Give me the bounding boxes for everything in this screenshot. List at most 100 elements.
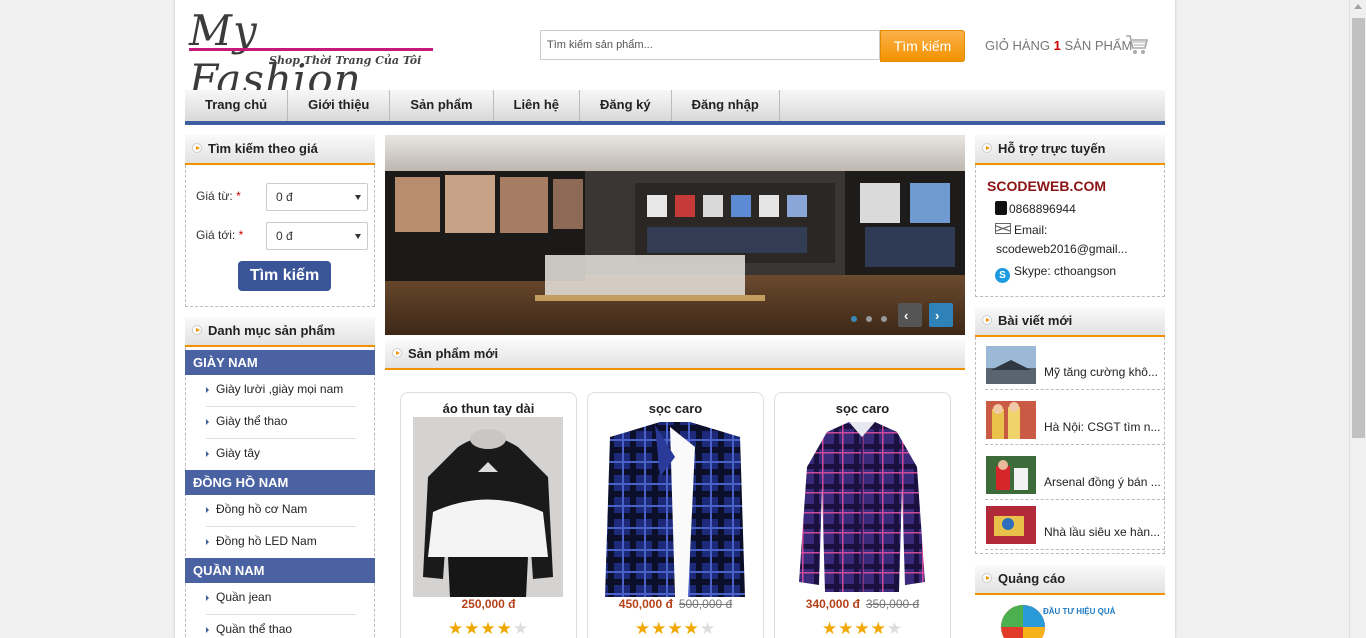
bullet-icon [192,143,202,153]
chevron-right-icon: › [935,308,940,323]
slider-dot[interactable] [881,316,887,322]
phone-icon [995,201,1007,215]
logo-underline [189,48,433,51]
price-from-label: Giá từ: * [196,189,241,203]
product-image[interactable] [787,417,937,597]
chevron-left-icon: ‹ [904,308,909,323]
category-item[interactable]: Giày thể thao [206,407,356,439]
nav-login[interactable]: Đăng nhập [672,90,780,121]
product-price-row: 340,000 đ 350,000 đ [775,597,950,611]
news-item[interactable]: Nhà lầu siêu xe hàn... [985,500,1165,550]
cart-summary[interactable]: GIỎ HÀNG 1 SẢN PHẨM [985,38,1132,53]
scroll-up-icon[interactable] [1354,4,1362,9]
price-to-label: Giá tới: * [196,228,243,242]
news-item[interactable]: Mỹ tăng cường khô... [985,340,1165,390]
category-group-pants[interactable]: QUẦN NAM [185,558,375,583]
news-title: Bài viết mới [998,313,1073,328]
price-search-title: Tìm kiếm theo giá [208,141,318,156]
news-item[interactable]: Arsenal đồng ý bán ... [985,450,1165,500]
site-logo[interactable]: My Fashion Shop Thời Trang Của Tôi [187,6,437,104]
ad-graphic [1001,605,1045,638]
product-image[interactable] [600,417,750,597]
star-icon: ★ [821,619,839,638]
ads-header: Quảng cáo [975,565,1165,595]
support-email-row: Email: [995,223,1047,237]
price-to-select[interactable]: 0 đ [266,222,368,250]
support-skype[interactable]: Skype: cthoangson [1014,264,1116,278]
news-item[interactable]: Hà Nội: CSGT tìm n... [985,395,1165,445]
support-header: Hỗ trợ trực tuyến [975,135,1165,165]
required-mark: * [236,189,241,203]
support-skype-row: S Skype: cthoangson [995,264,1116,283]
ad-text: ĐẦU TƯ HIỆU QUẢ [1043,607,1116,616]
category-item[interactable]: Đồng hồ LED Nam [206,527,356,559]
product-image[interactable] [413,417,563,597]
product-price: 450,000 đ [618,597,673,611]
banner-slider[interactable]: ‹ › [385,135,965,335]
support-site: SCODEWEB.COM [987,178,1106,194]
logo-tagline: Shop Thời Trang Của Tôi [269,54,422,67]
product-name[interactable]: sọc caro [588,401,763,416]
category-item[interactable]: Giày tây [206,439,356,471]
nav-home[interactable]: Trang chủ [185,90,289,121]
support-phone[interactable]: 0868896944 [1009,202,1076,216]
support-email[interactable]: scodeweb2016@gmail... [996,242,1128,256]
scrollbar-thumb[interactable] [1352,18,1365,438]
star-icon: ★ [667,619,684,638]
category-item[interactable]: Giày lười ,giày mọi nam [206,375,356,407]
price-from-text: Giá từ: [196,189,233,203]
support-title: Hỗ trợ trực tuyến [998,141,1106,156]
category-item[interactable]: Đồng hồ cơ Nam [206,495,356,527]
product-card[interactable]: sọc caro 340,000 đ 350,000 đ ★★★★★ [774,392,951,638]
cart-icon[interactable] [1125,34,1149,56]
slider-dot[interactable] [851,316,857,322]
product-old-price: 350,000 đ [865,597,920,611]
news-link[interactable]: Hà Nội: CSGT tìm n... [1044,420,1162,434]
search-input[interactable] [540,30,880,60]
slider-prev-button[interactable]: ‹ [898,303,922,327]
skype-icon: S [995,268,1010,283]
cart-prefix: GIỎ HÀNG [985,38,1054,53]
nav-contact[interactable]: Liên hệ [494,90,581,121]
product-price-row: 450,000 đ 500,000 đ [588,597,763,611]
news-link[interactable]: Arsenal đồng ý bán ... [1044,475,1162,489]
news-link[interactable]: Mỹ tăng cường khô... [1044,365,1162,379]
price-search-button[interactable]: Tìm kiếm [238,261,331,291]
news-thumbnail[interactable] [986,401,1036,439]
news-thumbnail[interactable] [986,346,1036,384]
category-item[interactable]: Quần thể thao [206,615,356,638]
price-from-select[interactable]: 0 đ [266,183,368,211]
news-thumbnail[interactable] [986,506,1036,544]
search-button[interactable]: Tìm kiếm [880,30,965,62]
nav-about[interactable]: Giới thiệu [288,90,391,121]
product-card[interactable]: áo thun tay dài 250,000 đ ★★★★★ [400,392,577,638]
star-empty-icon: ★ [512,619,530,638]
slider-next-button[interactable]: › [929,303,953,327]
nav-register[interactable]: Đăng ký [580,90,672,121]
slider-dot[interactable] [866,316,872,322]
product-rating: ★★★★★ [588,619,763,638]
support-phone-row: 0868896944 [995,201,1076,216]
required-mark: * [238,228,244,242]
product-rating: ★★★★★ [775,619,950,638]
star-empty-icon: ★ [886,619,904,638]
category-item[interactable]: Quần jean [206,583,356,615]
category-group-watches[interactable]: ĐỒNG HỒ NAM [185,470,375,495]
product-name[interactable]: sọc caro [775,401,950,416]
ad-banner[interactable]: ĐẦU TƯ HIỆU QUẢ [975,597,1165,638]
news-link[interactable]: Nhà lầu siêu xe hàn... [1044,525,1162,539]
product-name[interactable]: áo thun tay dài [401,401,576,416]
price-to-text: Giá tới: [196,228,236,242]
slider-dots [851,311,896,325]
news-thumbnail[interactable] [986,456,1036,494]
product-price: 250,000 đ [461,597,516,611]
scrollbar[interactable] [1349,0,1366,638]
star-icon: ★ [651,619,668,638]
bullet-icon [982,143,992,153]
product-old-price: 500,000 đ [678,597,733,611]
product-card[interactable]: sọc caro 450,000 đ 500,000 đ ★★★★★ [587,392,764,638]
bullet-icon [982,315,992,325]
nav-products[interactable]: Sản phẩm [390,90,494,121]
banner-image [385,135,965,335]
category-group-shoes[interactable]: GIÀY NAM [185,350,375,375]
